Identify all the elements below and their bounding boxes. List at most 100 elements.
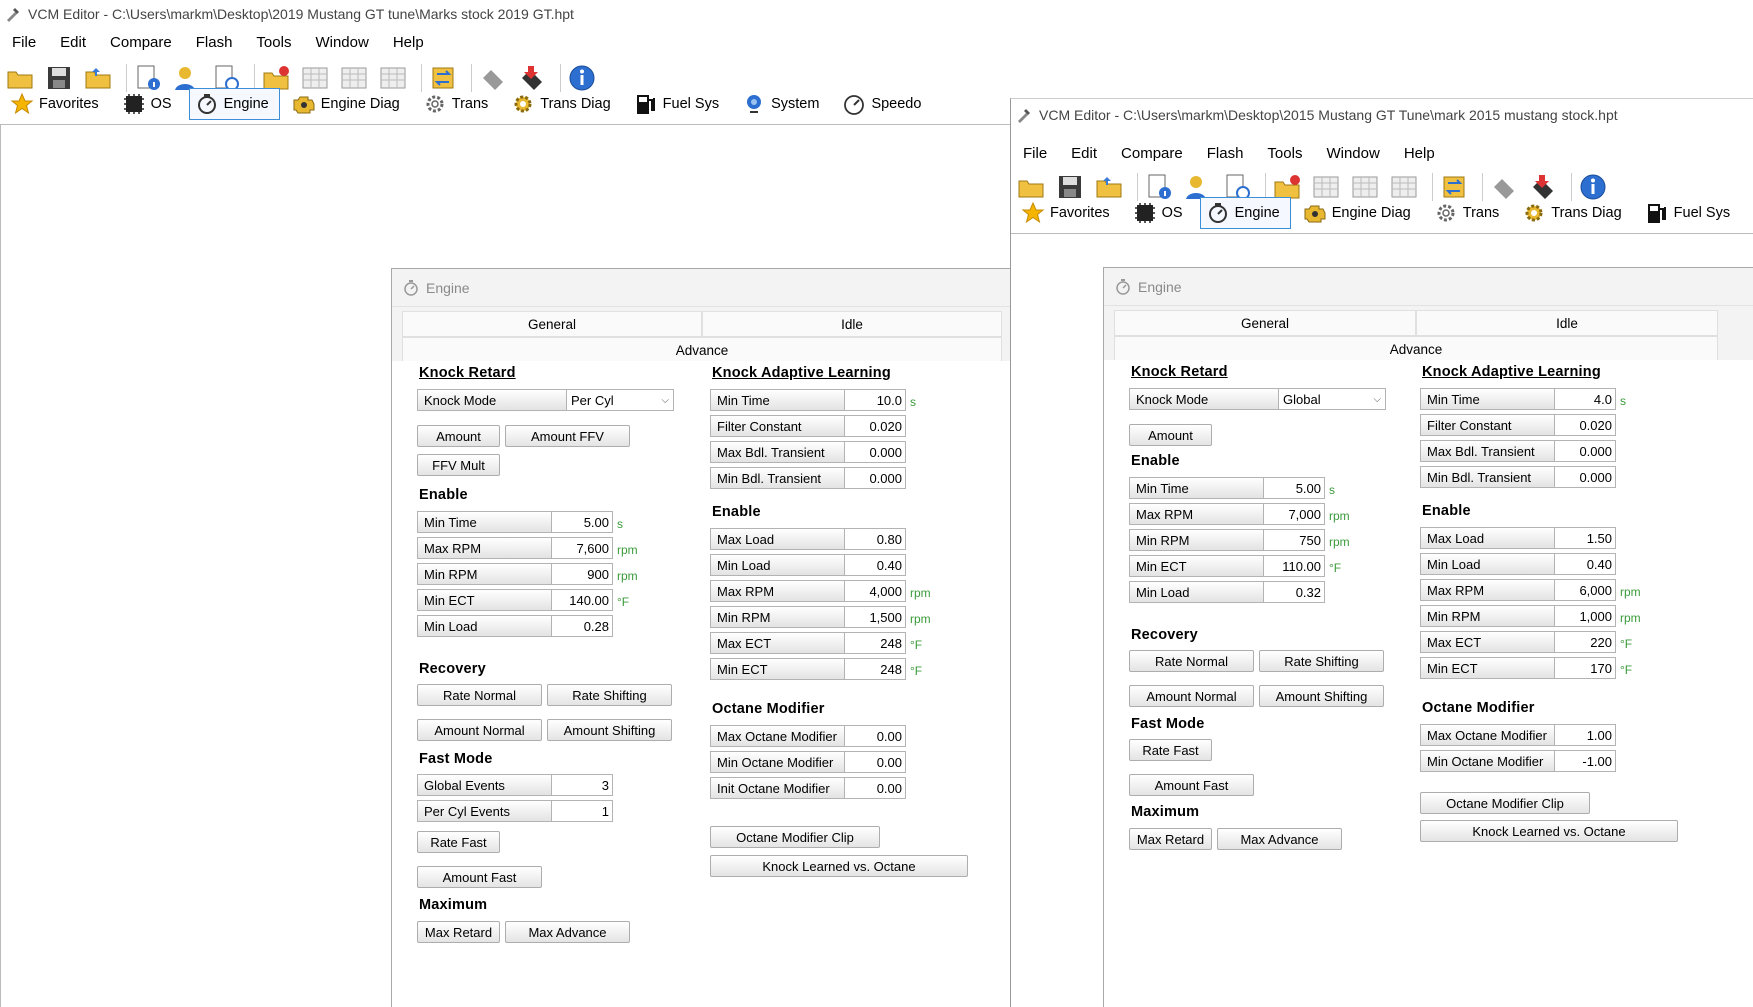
- param-value-field[interactable]: -1.00: [1554, 750, 1616, 772]
- param-label[interactable]: Max RPM: [710, 580, 845, 602]
- param-value-field[interactable]: 0.40: [1554, 553, 1616, 575]
- param-value-field[interactable]: 1.00: [1554, 724, 1616, 746]
- param-label[interactable]: Min Bdl. Transient: [710, 467, 845, 489]
- param-label[interactable]: Max ECT: [1420, 631, 1555, 653]
- amount-button[interactable]: Amount: [1129, 424, 1212, 446]
- param-value-field[interactable]: 6,000: [1554, 579, 1616, 601]
- param-value-field[interactable]: 0.000: [844, 441, 906, 463]
- tab-engine[interactable]: Engine: [1199, 197, 1291, 229]
- param-label[interactable]: Max Octane Modifier: [1420, 724, 1555, 746]
- panel-title-bar[interactable]: Engine: [392, 269, 1040, 307]
- menu-tools[interactable]: Tools: [1255, 145, 1314, 162]
- param-value-field[interactable]: 140.00: [551, 589, 613, 611]
- param-label[interactable]: Min RPM: [1129, 529, 1264, 551]
- param-label[interactable]: Min ECT: [1420, 657, 1555, 679]
- tab-general[interactable]: General: [402, 311, 702, 337]
- param-value-field[interactable]: 220: [1554, 631, 1616, 653]
- param-label[interactable]: Min RPM: [1420, 605, 1555, 627]
- tab-engine-diag[interactable]: Engine Diag: [286, 88, 411, 120]
- title-bar[interactable]: VCM Editor - C:\Users\markm\Desktop\2019…: [0, 0, 1753, 28]
- param-value-field[interactable]: 4.0: [1554, 388, 1616, 410]
- param-value-field[interactable]: 900: [551, 563, 613, 585]
- param-value-field[interactable]: 0.28: [551, 615, 613, 637]
- tab-trans[interactable]: Trans: [1428, 197, 1511, 229]
- param-label[interactable]: Max Bdl. Transient: [1420, 440, 1555, 462]
- param-label[interactable]: Min Bdl. Transient: [1420, 466, 1555, 488]
- param-label[interactable]: Global Events: [417, 774, 552, 796]
- param-label[interactable]: Min Load: [710, 554, 845, 576]
- param-value-field[interactable]: 248: [844, 632, 906, 654]
- tab-fuel-sys[interactable]: Fuel Sys: [1639, 197, 1741, 229]
- menu-compare[interactable]: Compare: [98, 34, 184, 51]
- param-value-field[interactable]: 0.00: [844, 777, 906, 799]
- tab-engine[interactable]: Engine: [188, 88, 280, 120]
- amount-button[interactable]: Amount: [417, 425, 500, 447]
- tab-os[interactable]: OS: [116, 88, 183, 120]
- param-value-field[interactable]: 1,500: [844, 606, 906, 628]
- rate-shifting-button[interactable]: Rate Shifting: [1259, 650, 1384, 672]
- rate-shifting-button[interactable]: Rate Shifting: [547, 684, 672, 706]
- param-label[interactable]: Min ECT: [710, 658, 845, 680]
- tab-engine-diag[interactable]: Engine Diag: [1297, 197, 1422, 229]
- menu-flash[interactable]: Flash: [1195, 145, 1256, 162]
- param-label[interactable]: Max RPM: [1129, 503, 1264, 525]
- param-label[interactable]: Min RPM: [417, 563, 552, 585]
- knock-mode-select[interactable]: Global ⌵: [1278, 388, 1386, 410]
- param-value-field[interactable]: 0.020: [844, 415, 906, 437]
- tab-advance[interactable]: Advance: [402, 337, 1002, 363]
- rate-normal-button[interactable]: Rate Normal: [417, 684, 542, 706]
- knock-mode-select[interactable]: Per Cyl ⌵: [566, 389, 674, 411]
- param-label[interactable]: Min Time: [1420, 388, 1555, 410]
- menu-help[interactable]: Help: [1392, 145, 1447, 162]
- ffv-mult-button[interactable]: FFV Mult: [417, 454, 500, 476]
- param-value-field[interactable]: 0.000: [1554, 440, 1616, 462]
- tab-trans-diag[interactable]: Trans Diag: [505, 88, 621, 120]
- rate-fast-button[interactable]: Rate Fast: [417, 831, 500, 853]
- knock-learned-vs-octane-button[interactable]: Knock Learned vs. Octane: [1420, 820, 1678, 842]
- param-label[interactable]: Per Cyl Events: [417, 800, 552, 822]
- tab-fuel-sys[interactable]: Fuel Sys: [628, 88, 730, 120]
- param-value-field[interactable]: 5.00: [551, 511, 613, 533]
- param-label[interactable]: Filter Constant: [1420, 414, 1555, 436]
- param-label[interactable]: Max RPM: [417, 537, 552, 559]
- param-label[interactable]: Min Load: [417, 615, 552, 637]
- tab-advance[interactable]: Advance: [1114, 336, 1718, 362]
- panel-title-bar[interactable]: Engine: [1104, 268, 1753, 306]
- rate-fast-button[interactable]: Rate Fast: [1129, 739, 1212, 761]
- tab-os[interactable]: OS: [1127, 197, 1194, 229]
- max-advance-button[interactable]: Max Advance: [1217, 828, 1342, 850]
- tab-trans[interactable]: Trans: [417, 88, 500, 120]
- octane-modifier-clip-button[interactable]: Octane Modifier Clip: [710, 826, 880, 848]
- tab-idle[interactable]: Idle: [1416, 310, 1718, 336]
- param-label[interactable]: Max Octane Modifier: [710, 725, 845, 747]
- amount-shifting-button[interactable]: Amount Shifting: [1259, 685, 1384, 707]
- param-label[interactable]: Min ECT: [1129, 555, 1264, 577]
- param-value-field[interactable]: 110.00: [1263, 555, 1325, 577]
- amount-normal-button[interactable]: Amount Normal: [417, 719, 542, 741]
- param-value-field[interactable]: 1: [551, 800, 613, 822]
- param-label[interactable]: Max Load: [1420, 527, 1555, 549]
- menu-edit[interactable]: Edit: [1059, 145, 1109, 162]
- tab-favorites[interactable]: Favorites: [1015, 197, 1121, 229]
- param-value-field[interactable]: 3: [551, 774, 613, 796]
- param-value-field[interactable]: 7,600: [551, 537, 613, 559]
- param-value-field[interactable]: 1,000: [1554, 605, 1616, 627]
- param-label[interactable]: Min RPM: [710, 606, 845, 628]
- menu-help[interactable]: Help: [381, 34, 436, 51]
- tab-favorites[interactable]: Favorites: [4, 88, 110, 120]
- menu-tools[interactable]: Tools: [244, 34, 303, 51]
- param-label[interactable]: Min Time: [1129, 477, 1264, 499]
- amount-fast-button[interactable]: Amount Fast: [417, 866, 542, 888]
- knock-learned-vs-octane-button[interactable]: Knock Learned vs. Octane: [710, 855, 968, 877]
- param-value-field[interactable]: 4,000: [844, 580, 906, 602]
- tab-trans-diag[interactable]: Trans Diag: [1516, 197, 1632, 229]
- max-advance-button[interactable]: Max Advance: [505, 921, 630, 943]
- tab-general[interactable]: General: [1114, 310, 1416, 336]
- title-bar[interactable]: VCM Editor - C:\Users\markm\Desktop\2015…: [1011, 102, 1753, 128]
- amount-ffv-button[interactable]: Amount FFV: [505, 425, 630, 447]
- octane-modifier-clip-button[interactable]: Octane Modifier Clip: [1420, 792, 1590, 814]
- param-label[interactable]: Max ECT: [710, 632, 845, 654]
- menu-edit[interactable]: Edit: [48, 34, 98, 51]
- param-value-field[interactable]: 0.020: [1554, 414, 1616, 436]
- amount-fast-button[interactable]: Amount Fast: [1129, 774, 1254, 796]
